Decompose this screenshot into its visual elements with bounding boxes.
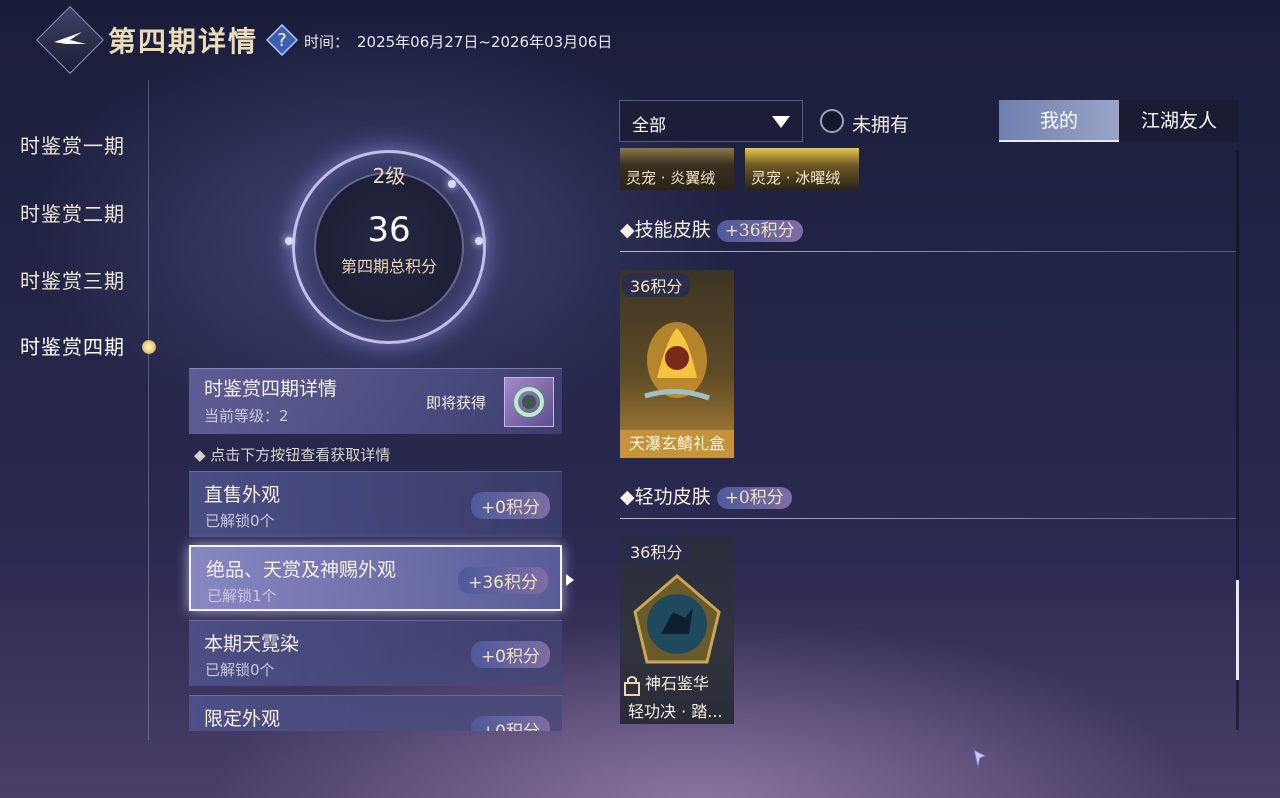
ring-star-icon: [475, 237, 483, 245]
nav-item-period-1[interactable]: 时鉴赏一期: [20, 130, 125, 159]
pet-item-card[interactable]: 灵宠 · 炎翼绒: [620, 148, 734, 190]
not-owned-radio[interactable]: [820, 109, 844, 133]
jade-ring-icon: [514, 387, 544, 417]
category-direct-sale[interactable]: 直售外观 已解锁0个 +0积分: [189, 471, 562, 537]
item-name: 神石鉴华: [644, 674, 709, 693]
current-level: 当前等级：2: [204, 407, 289, 425]
qinggong-skin-item[interactable]: 36积分 神石鉴华 轻功决 · 踏...: [620, 536, 734, 724]
section-divider: [620, 251, 1236, 252]
nav-item-period-3[interactable]: 时鉴赏三期: [20, 265, 125, 294]
category-unlocked: 已解锁0个: [205, 661, 275, 679]
category-dye[interactable]: 本期天霓染 已解锁0个 +0积分: [189, 620, 562, 686]
detail-title: 时鉴赏四期详情: [204, 378, 338, 400]
svg-text:?: ?: [277, 30, 287, 51]
category-points-badge: +0积分: [470, 716, 550, 731]
time-label: 时间：: [304, 33, 350, 51]
category-name: 本期天霓染: [204, 633, 300, 655]
hint-text: ◆ 点击下方按钮查看获取详情: [194, 446, 391, 464]
section-points-badge: +0积分: [716, 487, 792, 509]
item-name: 灵宠 · 冰曜绒: [751, 169, 841, 187]
nav-divider: [148, 80, 149, 740]
selected-arrow-icon: [566, 574, 574, 586]
section-skill-skin: ◆技能皮肤 +36积分: [620, 215, 803, 242]
not-owned-label[interactable]: 未拥有: [852, 110, 909, 137]
pet-item-card[interactable]: 灵宠 · 冰曜绒: [745, 148, 859, 190]
tab-friends[interactable]: 江湖友人: [1119, 100, 1239, 142]
category-points-badge: +0积分: [470, 492, 550, 519]
qilin-giftbox-icon: [644, 322, 710, 401]
category-name: 直售外观: [204, 484, 281, 506]
active-indicator-icon: [142, 340, 156, 354]
category-limited[interactable]: 限定外观 +0积分: [189, 695, 562, 731]
section-title-text: 技能皮肤: [634, 219, 711, 241]
nav-item-period-4[interactable]: 时鉴赏四期: [20, 331, 125, 360]
level-text: 2级: [372, 164, 406, 188]
time-range: 2025年06月27日~2026年03月06日: [357, 33, 613, 51]
soon-label: 即将获得: [426, 394, 487, 412]
category-points-badge: +36积分: [458, 567, 548, 594]
help-icon[interactable]: ?: [266, 24, 298, 56]
category-name: 限定外观: [204, 708, 281, 730]
skill-skin-item[interactable]: 36积分 天瀑玄鲭礼盒: [620, 270, 734, 458]
ring-star-icon: [448, 180, 456, 188]
category-unlocked: 已解锁0个: [205, 512, 275, 530]
item-subname: 轻功决 · 踏...: [628, 702, 723, 721]
section-divider: [620, 518, 1236, 519]
item-name: 天瀑玄鲭礼盒: [620, 430, 734, 458]
filter-dropdown[interactable]: 全部: [619, 100, 803, 142]
wing-logo-icon: [54, 32, 86, 44]
stone-emblem-icon: [633, 574, 721, 664]
nav-item-period-2[interactable]: 时鉴赏二期: [20, 198, 125, 227]
item-name: 灵宠 · 炎翼绒: [626, 169, 716, 187]
category-premium[interactable]: 绝品、天赏及神赐外观 已解锁1个 +36积分: [189, 545, 562, 611]
section-qinggong-skin: ◆轻功皮肤 +0积分: [620, 482, 792, 509]
cursor-icon: [973, 749, 988, 769]
item-points: 36积分: [622, 539, 691, 563]
ring-star-icon: [285, 237, 293, 245]
category-points-badge: +0积分: [470, 641, 550, 668]
reward-preview-icon[interactable]: [504, 377, 554, 427]
section-title-text: 轻功皮肤: [634, 486, 711, 508]
page-title: 第四期详情: [108, 25, 259, 58]
category-unlocked: 已解锁1个: [207, 587, 277, 605]
total-points-label: 第四期总积分: [340, 257, 437, 276]
category-name: 绝品、天赏及神赐外观: [206, 559, 397, 581]
dropdown-value: 全部: [632, 116, 666, 136]
scrollbar-thumb[interactable]: [1236, 580, 1239, 680]
tab-mine[interactable]: 我的: [999, 100, 1119, 142]
chevron-down-icon: [772, 116, 790, 128]
section-points-badge: +36积分: [716, 220, 803, 242]
total-points: 36: [367, 210, 411, 250]
item-points: 36积分: [622, 273, 691, 297]
